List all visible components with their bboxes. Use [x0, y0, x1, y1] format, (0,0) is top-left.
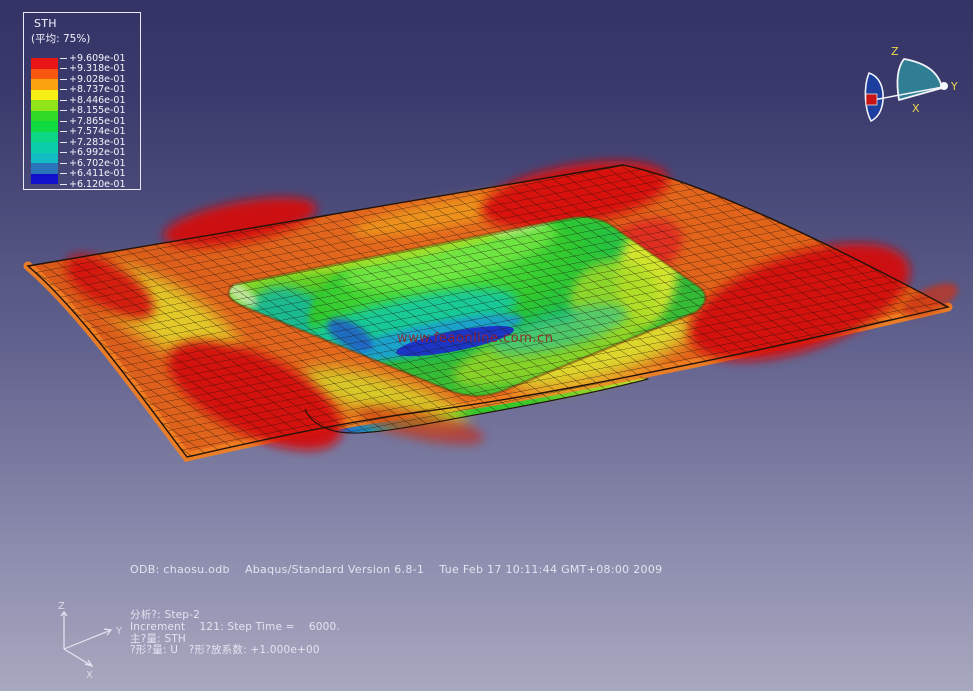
- coordinate-triad: Z Y X: [45, 598, 135, 688]
- legend-label: +9.028e-01: [60, 74, 126, 85]
- legend-label: +6.702e-01: [60, 158, 126, 169]
- abaqus-viewport: { "viewport": { "application": "Abaqus/C…: [0, 0, 973, 691]
- legend-chip: [31, 79, 58, 90]
- legend-label: +8.737e-01: [60, 84, 126, 95]
- triad-y-label: Y: [115, 626, 123, 637]
- legend-chip: [31, 153, 58, 164]
- triad-z-label: Z: [58, 601, 65, 612]
- compass-y-label: Y: [950, 80, 958, 93]
- legend-label: +9.318e-01: [60, 63, 126, 74]
- legend-chip: [31, 163, 58, 174]
- legend-label: +6.992e-01: [60, 147, 126, 158]
- compass-free-rotate-dot[interactable]: [940, 82, 948, 90]
- compass-origin-handle[interactable]: [866, 94, 877, 105]
- view-compass-widget[interactable]: Z Y X: [840, 30, 973, 145]
- legend-label: +7.865e-01: [60, 116, 126, 127]
- legend-label: +6.411e-01: [60, 168, 126, 179]
- legend-label: +8.446e-01: [60, 95, 126, 106]
- legend-chip: [31, 111, 58, 122]
- compass-x-label: X: [912, 102, 920, 115]
- state-line-deformed: ?形?量: U ?形?放系数: +1.000e+00: [130, 645, 340, 657]
- state-line-increment: Increment 121: Step Time = 6000.: [130, 622, 340, 634]
- legend-subtitle: (平均: 75%): [31, 31, 90, 46]
- triad-x-label: X: [86, 670, 93, 681]
- legend-title: STH: [34, 17, 57, 30]
- legend-label: +8.155e-01: [60, 105, 126, 116]
- legend-chip: [31, 121, 58, 132]
- legend-label: +7.283e-01: [60, 137, 126, 148]
- legend-colorbar: [31, 58, 58, 184]
- legend-chip: [31, 100, 58, 111]
- legend-chip: [31, 132, 58, 143]
- legend-chip: [31, 69, 58, 80]
- legend-label: +6.120e-01: [60, 179, 126, 190]
- legend-label: +7.574e-01: [60, 126, 126, 137]
- legend-chip: [31, 142, 58, 153]
- compass-z-label: Z: [891, 45, 899, 58]
- contour-legend: STH (平均: 75%) +9.609e-01+9.318e-01+9.028…: [23, 12, 141, 190]
- legend-label: +9.609e-01: [60, 53, 126, 64]
- legend-chip: [31, 90, 58, 101]
- odb-info-line: ODB: chaosu.odb Abaqus/Standard Version …: [130, 563, 662, 576]
- legend-chip: [31, 174, 58, 185]
- legend-chip: [31, 58, 58, 69]
- watermark-text: www.feaonline.com.cn: [397, 331, 553, 346]
- state-block: 分析?: Step-2 Increment 121: Step Time = 6…: [130, 610, 340, 657]
